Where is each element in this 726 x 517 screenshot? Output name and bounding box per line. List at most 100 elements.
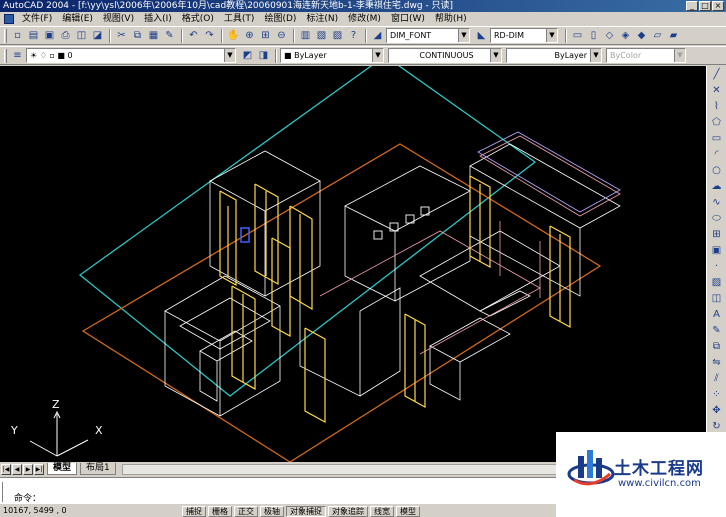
menu-insert[interactable]: 插入(I)	[139, 13, 177, 25]
layer-manager-icon[interactable]: ≡	[10, 48, 25, 63]
color-select[interactable]: ■ ByLayer ▼	[280, 48, 384, 63]
view-top-icon[interactable]: ▯	[586, 28, 601, 43]
menu-edit[interactable]: 编辑(E)	[57, 13, 98, 25]
array-icon[interactable]: ⁘	[709, 388, 724, 402]
zoom-realtime-icon[interactable]: ⊕	[242, 28, 257, 43]
make-current-layer-icon[interactable]: ◩	[240, 48, 255, 63]
polar-button[interactable]: 极轴	[260, 505, 284, 517]
matchprop-icon[interactable]: ✎	[162, 28, 177, 43]
preview-icon[interactable]: ◫	[74, 28, 89, 43]
undo-icon[interactable]: ↶	[186, 28, 201, 43]
first-tab-icon[interactable]: |◀	[1, 463, 11, 475]
close-button[interactable]: ×	[712, 1, 724, 11]
paste-icon[interactable]: ▦	[146, 28, 161, 43]
toolbar-grip[interactable]	[4, 28, 7, 43]
dropdown-arrow-icon[interactable]: ▼	[590, 49, 601, 62]
menu-dimension[interactable]: 标注(N)	[301, 13, 343, 25]
save-icon[interactable]: ▣	[42, 28, 57, 43]
dropdown-arrow-icon[interactable]: ▼	[458, 29, 469, 42]
linetype-select[interactable]: CONTINUOUS ▼	[388, 48, 502, 63]
menu-view[interactable]: 视图(V)	[98, 13, 139, 25]
point-icon[interactable]: ·	[709, 260, 724, 274]
maximize-button[interactable]: □	[699, 1, 711, 11]
mirror-icon[interactable]: ⇋	[709, 356, 724, 370]
print-icon[interactable]: ⎙	[58, 28, 73, 43]
tab-model[interactable]: 模型	[47, 463, 78, 475]
ortho-button[interactable]: 正交	[234, 505, 258, 517]
menu-draw[interactable]: 绘图(D)	[259, 13, 301, 25]
tab-layout1[interactable]: 布局1	[80, 463, 116, 475]
osnap-button[interactable]: 对象捕捉	[286, 505, 326, 517]
autocad-app-icon[interactable]	[4, 13, 14, 24]
cut-icon[interactable]: ✂	[114, 28, 129, 43]
menu-file[interactable]: 文件(F)	[17, 13, 57, 25]
menu-modify[interactable]: 修改(M)	[343, 13, 386, 25]
lineweight-select[interactable]: ByLayer ▼	[506, 48, 602, 63]
zoom-previous-icon[interactable]: ⊖	[274, 28, 289, 43]
menu-window[interactable]: 窗口(W)	[386, 13, 430, 25]
dropdown-arrow-icon[interactable]: ▼	[372, 49, 383, 62]
open-icon[interactable]: ▤	[26, 28, 41, 43]
watermark-name: 土木工程网	[614, 459, 704, 479]
command-grip[interactable]	[2, 482, 8, 502]
offset-icon[interactable]: ⫽	[709, 372, 724, 386]
ellipse-icon[interactable]: ⬭	[709, 212, 724, 226]
spline-icon[interactable]: ∿	[709, 196, 724, 210]
revcloud-icon[interactable]: ☁	[709, 180, 724, 194]
designcenter-icon[interactable]: ▧	[314, 28, 329, 43]
pan-icon[interactable]: ✋	[226, 28, 241, 43]
publish-icon[interactable]: ◪	[90, 28, 105, 43]
lineweight-button[interactable]: 线宽	[370, 505, 394, 517]
hatch-icon[interactable]: ▨	[709, 276, 724, 290]
redo-icon[interactable]: ↷	[202, 28, 217, 43]
new-icon[interactable]: ▫	[10, 28, 25, 43]
horizontal-scrollbar[interactable]	[121, 463, 560, 475]
last-tab-icon[interactable]: ▶|	[34, 463, 44, 475]
model-button[interactable]: 模型	[396, 505, 420, 517]
minimize-button[interactable]: _	[686, 1, 698, 11]
next-tab-icon[interactable]: ▶	[23, 463, 33, 475]
region-icon[interactable]: ◫	[709, 292, 724, 306]
dimstyle-select[interactable]: DIM_FONT ▼	[386, 28, 470, 43]
prev-tab-icon[interactable]: ◀	[12, 463, 22, 475]
toolbar-grip[interactable]	[4, 48, 7, 63]
block-icon[interactable]: ▣	[709, 244, 724, 258]
line-icon[interactable]: ╱	[709, 68, 724, 82]
properties-icon[interactable]: ▥	[298, 28, 313, 43]
arc-icon[interactable]: ◜	[709, 148, 724, 162]
polyline-icon[interactable]: ⌇	[709, 100, 724, 114]
command-window[interactable]: 命令：	[0, 477, 560, 504]
mtext-icon[interactable]: A	[709, 308, 724, 322]
zoom-window-icon[interactable]: ⊞	[258, 28, 273, 43]
layer-select[interactable]: ☀ ♢ ▫ ■ 0 ▼	[26, 48, 236, 63]
menu-format[interactable]: 格式(O)	[177, 13, 219, 25]
drawing-canvas[interactable]: Z Y X	[0, 66, 706, 462]
menu-help[interactable]: 帮助(H)	[430, 13, 472, 25]
view-iso-icon[interactable]: ◇	[602, 28, 617, 43]
view-front-icon[interactable]: ▭	[570, 28, 585, 43]
snap-button[interactable]: 捕捉	[182, 505, 206, 517]
toolpalette-icon[interactable]: ▨	[330, 28, 345, 43]
polygon-icon[interactable]: ⬠	[709, 116, 724, 130]
help-icon[interactable]: ?	[346, 28, 361, 43]
view-sw-icon[interactable]: ▰	[666, 28, 681, 43]
circle-icon[interactable]: ○	[709, 164, 724, 178]
layer-previous-icon[interactable]: ◨	[256, 48, 271, 63]
otrack-button[interactable]: 对象追踪	[328, 505, 368, 517]
textstyle-select[interactable]: RD-DIM ▼	[490, 28, 558, 43]
dropdown-arrow-icon[interactable]: ▼	[224, 49, 235, 62]
dropdown-arrow-icon[interactable]: ▼	[490, 49, 501, 62]
erase-icon[interactable]: ✎	[709, 324, 724, 338]
grid-button[interactable]: 栅格	[208, 505, 232, 517]
view-nw-icon[interactable]: ◆	[634, 28, 649, 43]
rectangle-icon[interactable]: ▭	[709, 132, 724, 146]
copy-icon[interactable]: ⧉	[130, 28, 145, 43]
view-se-icon[interactable]: ▱	[650, 28, 665, 43]
copy-object-icon[interactable]: ⧉	[709, 340, 724, 354]
dropdown-arrow-icon[interactable]: ▼	[546, 29, 557, 42]
xline-icon[interactable]: ✕	[709, 84, 724, 98]
insert-icon[interactable]: ⊞	[709, 228, 724, 242]
menu-tools[interactable]: 工具(T)	[219, 13, 260, 25]
view-ne-icon[interactable]: ◈	[618, 28, 633, 43]
move-icon[interactable]: ✥	[709, 404, 724, 418]
